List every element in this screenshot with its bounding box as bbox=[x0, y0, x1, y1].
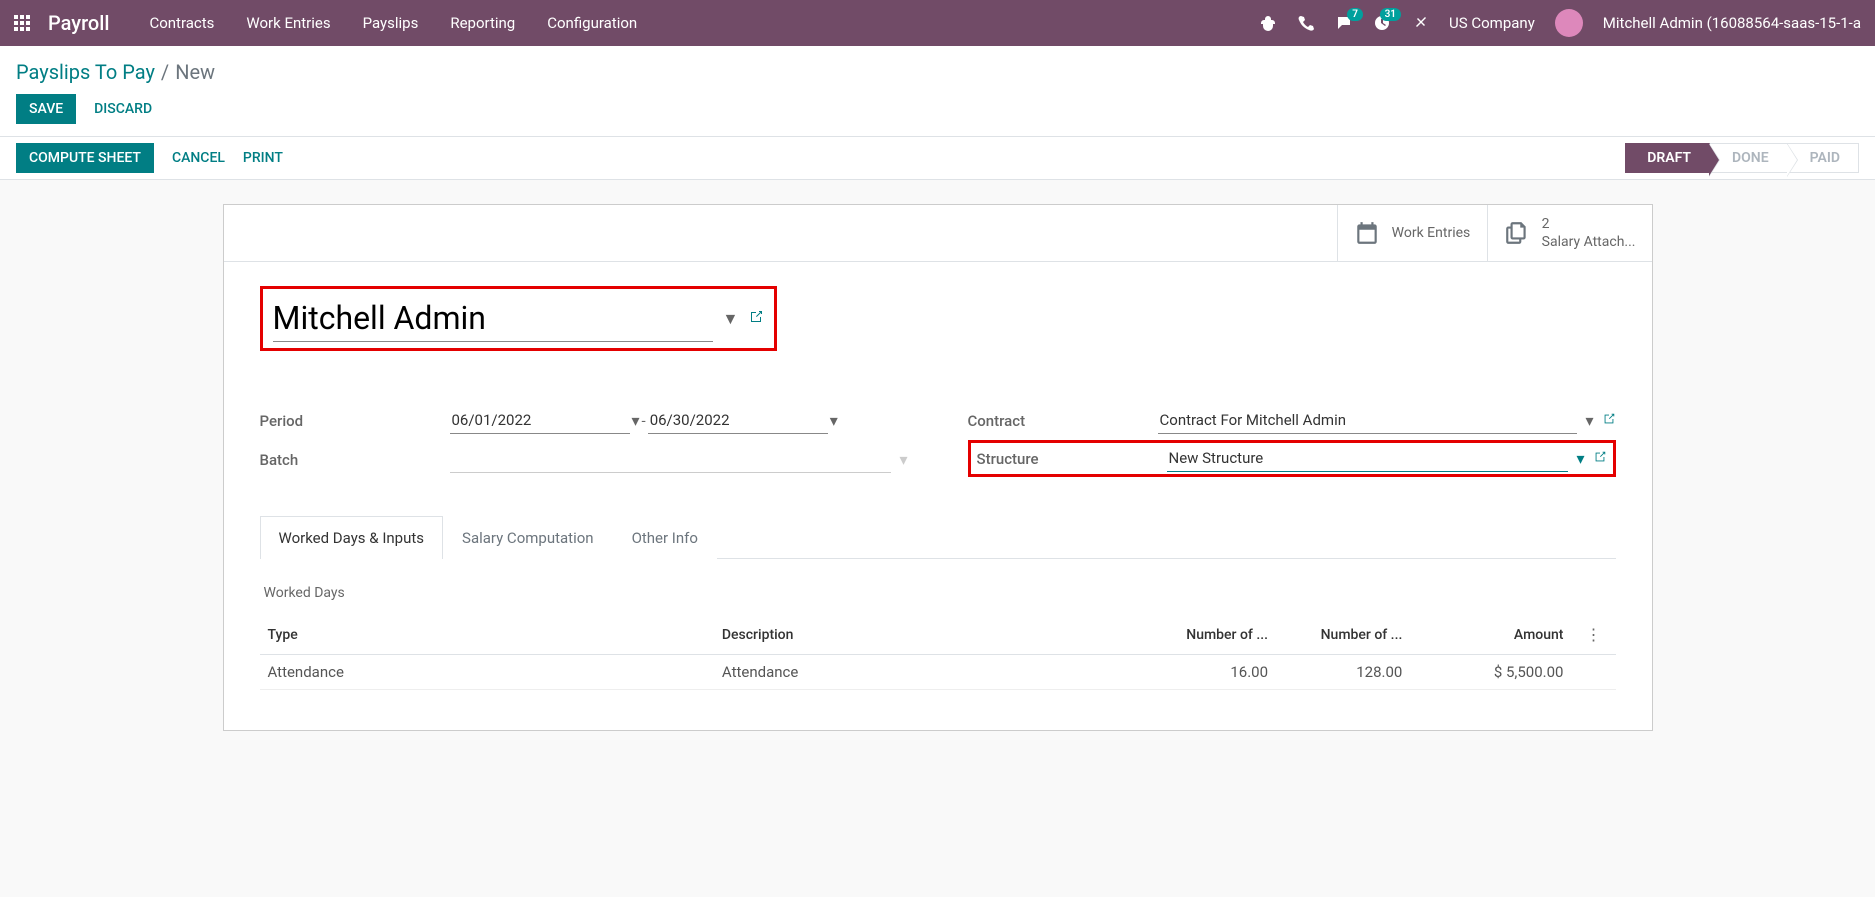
col-type: Type bbox=[260, 615, 714, 655]
bug-icon[interactable] bbox=[1259, 14, 1277, 32]
phone-icon[interactable] bbox=[1297, 14, 1315, 32]
cell-amount: $ 5,500.00 bbox=[1410, 655, 1571, 690]
structure-label: Structure bbox=[977, 450, 1167, 468]
col-num-days: Number of ... bbox=[1142, 615, 1276, 655]
chat-icon[interactable]: 7 bbox=[1335, 14, 1353, 32]
period-to-input[interactable] bbox=[648, 407, 828, 434]
kebab-icon[interactable]: ⋮ bbox=[1579, 625, 1607, 644]
main-menu: Contracts Work Entries Payslips Reportin… bbox=[149, 14, 637, 32]
chevron-down-icon[interactable]: ▾ bbox=[1576, 449, 1584, 468]
tab-salary-computation[interactable]: Salary Computation bbox=[443, 516, 613, 559]
breadcrumb-parent[interactable]: Payslips To Pay bbox=[16, 60, 155, 84]
chevron-down-icon[interactable]: ▾ bbox=[899, 450, 907, 469]
status-draft[interactable]: DRAFT bbox=[1625, 143, 1710, 173]
table-row[interactable]: Attendance Attendance 16.00 128.00 $ 5,5… bbox=[260, 655, 1616, 690]
batch-input[interactable] bbox=[450, 446, 892, 473]
save-button[interactable]: SAVE bbox=[16, 94, 76, 124]
status-bar: COMPUTE SHEET CANCEL PRINT DRAFT DONE PA… bbox=[0, 137, 1875, 180]
activity-icon[interactable]: 31 bbox=[1373, 14, 1391, 32]
batch-label: Batch bbox=[260, 451, 450, 469]
chevron-down-icon[interactable]: ▾ bbox=[830, 411, 838, 430]
employee-highlight: ▼ bbox=[260, 286, 778, 351]
cell-type: Attendance bbox=[260, 655, 714, 690]
status-steps: DRAFT DONE PAID bbox=[1625, 143, 1859, 173]
app-brand[interactable]: Payroll bbox=[48, 11, 109, 35]
avatar[interactable] bbox=[1555, 9, 1583, 37]
form-container: Work Entries 2 Salary Attach... ▼ bbox=[0, 180, 1875, 755]
form-sheet: Work Entries 2 Salary Attach... ▼ bbox=[223, 204, 1653, 731]
breadcrumb: Payslips To Pay / New bbox=[16, 60, 215, 84]
chat-badge: 7 bbox=[1347, 8, 1363, 21]
menu-configuration[interactable]: Configuration bbox=[547, 14, 637, 32]
cell-num-hours: 128.00 bbox=[1276, 655, 1410, 690]
status-done[interactable]: DONE bbox=[1710, 143, 1788, 173]
chevron-down-icon[interactable]: ▾ bbox=[632, 411, 640, 430]
tab-worked-days[interactable]: Worked Days & Inputs bbox=[260, 516, 444, 559]
breadcrumb-sep: / bbox=[161, 60, 169, 84]
tabs: Worked Days & Inputs Salary Computation … bbox=[260, 515, 1616, 559]
compute-sheet-button[interactable]: COMPUTE SHEET bbox=[16, 143, 154, 173]
salary-attachments-label: Salary Attach... bbox=[1542, 233, 1636, 251]
calendar-icon bbox=[1354, 220, 1380, 246]
cell-description: Attendance bbox=[714, 655, 1142, 690]
cell-num-days: 16.00 bbox=[1142, 655, 1276, 690]
external-link-icon[interactable] bbox=[1593, 449, 1607, 468]
work-entries-stat[interactable]: Work Entries bbox=[1337, 205, 1487, 261]
status-paid[interactable]: PAID bbox=[1788, 143, 1859, 173]
worked-days-table: Type Description Number of ... Number of… bbox=[260, 615, 1616, 690]
chevron-down-icon[interactable]: ▼ bbox=[723, 309, 739, 329]
print-button[interactable]: PRINT bbox=[243, 150, 283, 166]
discard-button[interactable]: DISCARD bbox=[94, 101, 152, 117]
menu-payslips[interactable]: Payslips bbox=[363, 14, 419, 32]
activity-badge: 31 bbox=[1380, 8, 1401, 21]
structure-input[interactable] bbox=[1167, 445, 1569, 472]
button-box: Work Entries 2 Salary Attach... bbox=[224, 205, 1652, 262]
period-separator: - bbox=[642, 412, 646, 430]
tools-icon[interactable] bbox=[1411, 14, 1429, 32]
control-panel: Payslips To Pay / New SAVE DISCARD bbox=[0, 46, 1875, 137]
work-entries-label: Work Entries bbox=[1392, 224, 1471, 242]
period-from-input[interactable] bbox=[450, 407, 630, 434]
external-link-icon[interactable] bbox=[1602, 411, 1616, 430]
tab-content: Worked Days Type Description Number of .… bbox=[260, 559, 1616, 706]
contract-label: Contract bbox=[968, 412, 1158, 430]
tab-other-info[interactable]: Other Info bbox=[613, 516, 717, 559]
external-link-icon[interactable] bbox=[748, 309, 764, 329]
documents-icon bbox=[1504, 220, 1530, 246]
menu-work-entries[interactable]: Work Entries bbox=[246, 14, 330, 32]
breadcrumb-current: New bbox=[175, 60, 215, 84]
period-label: Period bbox=[260, 412, 450, 430]
cancel-button[interactable]: CANCEL bbox=[172, 150, 225, 166]
col-description: Description bbox=[714, 615, 1142, 655]
col-amount: Amount bbox=[1410, 615, 1571, 655]
employee-input[interactable] bbox=[273, 295, 713, 342]
apps-icon[interactable] bbox=[14, 15, 30, 31]
user-menu[interactable]: Mitchell Admin (16088564-saas-15-1-a bbox=[1603, 14, 1861, 32]
worked-days-section-title: Worked Days bbox=[264, 585, 1612, 601]
top-navbar: Payroll Contracts Work Entries Payslips … bbox=[0, 0, 1875, 46]
contract-input[interactable] bbox=[1158, 407, 1578, 434]
salary-attachments-stat[interactable]: 2 Salary Attach... bbox=[1487, 205, 1652, 261]
navbar-right: 7 31 US Company Mitchell Admin (16088564… bbox=[1259, 9, 1861, 37]
menu-reporting[interactable]: Reporting bbox=[450, 14, 515, 32]
company-selector[interactable]: US Company bbox=[1449, 14, 1535, 32]
salary-attachments-count: 2 bbox=[1542, 215, 1636, 233]
chevron-down-icon[interactable]: ▾ bbox=[1585, 411, 1593, 430]
menu-contracts[interactable]: Contracts bbox=[149, 14, 214, 32]
structure-highlight: Structure ▾ bbox=[968, 440, 1616, 477]
col-num-hours: Number of ... bbox=[1276, 615, 1410, 655]
